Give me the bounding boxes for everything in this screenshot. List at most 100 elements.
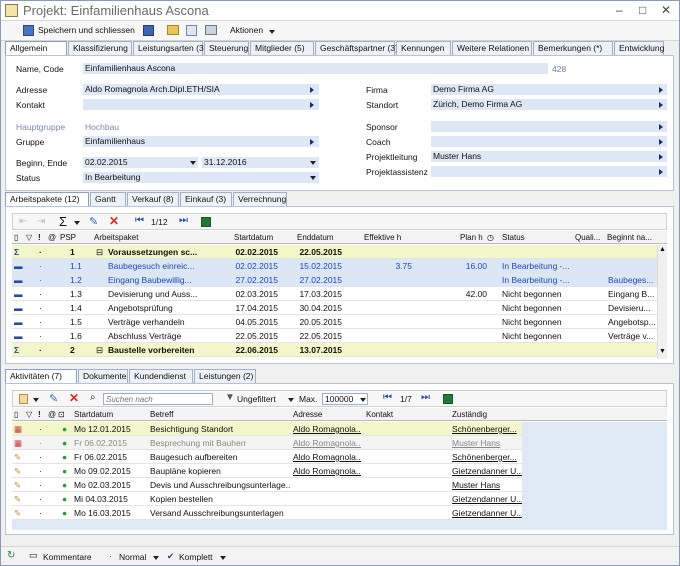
actions-menu[interactable]: Aktionen [230,25,263,35]
edit-activity-icon[interactable]: ✎ [49,392,58,405]
kontakt-header[interactable]: Kontakt [366,410,393,419]
normal-dropdown[interactable]: Normal [119,552,146,562]
mid-tab-3[interactable]: Einkauf (3) [180,192,232,206]
coach-field[interactable] [431,136,667,147]
document-icon[interactable] [186,25,197,36]
mid-tab-1[interactable]: Gantt [90,192,126,206]
activity-row[interactable]: ▦ · ● Mo 12.01.2015 Besichtigung Standort Ald… [12,422,522,436]
effektiv-header[interactable]: Effektive h [364,233,401,242]
work-package-row[interactable]: ▬ · 1.5 Verträge verhandeln 04.05.2015 20.05.… [12,315,657,329]
activity-row[interactable]: ✎ · ● Mo 16.03.2015 Versand Ausschreibungsun… [12,506,522,520]
plan-header[interactable]: Plan h [460,233,483,242]
excel-icon[interactable] [201,217,211,227]
folder-icon[interactable] [167,25,179,35]
status-header[interactable]: Status [502,233,525,242]
minimize-button[interactable]: – [616,3,623,17]
work-package-row[interactable]: ▬ · 1.3 Devisierung und Auss... 02.03.2015 17… [12,287,657,301]
delete-icon[interactable]: ✕ [109,214,119,228]
firma-arrow-icon[interactable] [659,87,663,93]
top-tab-2[interactable]: Leistungsarten (3) [133,41,207,55]
firma-field[interactable]: Demo Firma AG [431,84,667,95]
enddatum-header[interactable]: Enddatum [297,233,333,242]
max-chevron-icon[interactable] [360,398,366,402]
gruppe-field[interactable]: Einfamilienhaus [83,136,319,147]
work-package-row[interactable]: Σ · ⊟ 2 Baustelle vorbereiten 22.06.2015 13.07… [12,343,657,357]
activity-row[interactable]: ✎ · ● Mo 09.02.2015 Baupläne kopieren Aldo Ro… [12,464,522,478]
beginn-dropdown-icon[interactable] [190,161,196,165]
save-close-button[interactable]: Speichern und schliessen [38,25,135,35]
kontakt-field[interactable] [83,99,319,110]
bottom-tab-2[interactable]: Kundendienst [129,369,193,383]
cell-zust[interactable]: Muster Hans [452,480,522,490]
projektassistenz-field[interactable] [431,166,667,177]
sponsor-field[interactable] [431,121,667,132]
activity-page-last-icon[interactable]: ⏭ [421,392,430,403]
quali-header[interactable]: Quali... [575,233,600,242]
edit-icon[interactable]: ✎ [89,215,98,228]
activity-row[interactable]: ▦ · ● Fr 06.02.2015 Besprechung mit Bauherr A… [12,436,522,450]
collapse-icon[interactable]: ⊟ [96,345,103,356]
work-package-row[interactable]: ▬ · 1.6 Abschluss Verträge 22.05.2015 22.05.2… [12,329,657,343]
kommentare-button[interactable]: Kommentare [43,552,92,562]
maximize-button[interactable]: □ [639,3,646,17]
projektleitung-field[interactable]: Muster Hans [431,151,667,162]
name-field[interactable]: Einfamilienhaus Ascona [83,63,548,74]
kontakt-arrow-icon[interactable] [310,102,314,108]
bottom-tab-3[interactable]: Leistungen (2) [194,369,256,383]
adresse-field[interactable]: Aldo Romagnola Arch.Dipl.ETH/SIA [83,84,319,95]
status-field[interactable]: In Bearbeitung [83,172,319,183]
refresh-icon[interactable]: ↻ [7,550,15,561]
cell-zust[interactable]: Muster Hans [452,438,522,448]
filter-dropdown[interactable]: Ungefiltert [237,394,276,404]
delete-activity-icon[interactable]: ✕ [69,391,79,405]
cell-zust[interactable]: Gietzendanner U... [452,508,522,518]
page-first-icon[interactable]: ⏮ [135,215,144,226]
page-last-icon[interactable]: ⏭ [179,215,188,226]
work-package-row[interactable]: Σ · ⊟ 1 Voraussetzungen sc... 02.02.2015 22.05… [12,245,657,259]
bottom-tab-0[interactable]: Aktivitäten (7) [5,369,77,384]
cell-adresse[interactable]: Aldo Romagnola... [293,424,361,434]
komplett-dropdown[interactable]: Komplett [179,552,213,562]
mid-tab-4[interactable]: Verrechnung [233,192,287,206]
work-package-row[interactable]: ▬ · 1.1 Baubegesuch einreic... 02.02.2015 15.… [12,259,657,273]
top-tab-8[interactable]: Bemerkungen (*) [533,41,613,55]
cell-zust[interactable]: Gietzendanner U... [452,494,522,504]
top-tab-9[interactable]: Entwicklung [614,41,664,55]
save-icon[interactable] [143,25,154,36]
normal-chevron-icon[interactable] [153,556,159,560]
ende-field[interactable]: 31.12.2016 [202,157,319,168]
cell-zust[interactable]: Schönenberger... [452,424,522,434]
sponsor-arrow-icon[interactable] [659,124,663,130]
activity-startdatum-header[interactable]: Startdatum [74,410,113,419]
status-dropdown-icon[interactable] [310,176,316,180]
cell-zust[interactable]: Gietzendanner U... [452,466,522,476]
new-activity-dropdown-icon[interactable] [33,398,39,402]
top-tab-5[interactable]: Geschäftspartner (3) [315,41,398,55]
komplett-chevron-icon[interactable] [220,556,226,560]
top-tab-4[interactable]: Mitglieder (5) [250,41,314,55]
collapse-icon[interactable]: ⊟ [96,247,103,258]
standort-field[interactable]: Zürich, Demo Firma AG [431,99,667,110]
standort-arrow-icon[interactable] [659,102,663,108]
coach-arrow-icon[interactable] [659,139,663,145]
bottom-tab-1[interactable]: Dokumente [78,369,128,383]
arbeitspaket-header[interactable]: Arbeitspaket [94,233,138,242]
activity-row[interactable]: ✎ · ● Mo 02.03.2015 Devis und Ausschreibungs… [12,478,522,492]
cell-adresse[interactable]: Aldo Romagnola... [293,438,361,448]
adresse-header[interactable]: Adresse [293,410,322,419]
activity-row[interactable]: ✎ · ● Fr 06.02.2015 Baugesuch aufbereiten Ald… [12,450,522,464]
zustaendig-header[interactable]: Zuständig [452,410,487,419]
top-tab-1[interactable]: Klassifizierung [68,41,132,55]
activity-excel-icon[interactable] [443,394,453,404]
gruppe-arrow-icon[interactable] [310,139,314,145]
sum-dropdown-icon[interactable] [74,221,80,225]
new-activity-icon[interactable] [19,394,28,404]
filter-chevron-icon[interactable] [288,398,294,402]
top-tab-0[interactable]: Allgemein [5,41,67,56]
work-package-scrollbar[interactable]: ▲ ▼ [657,245,667,359]
cell-adresse[interactable]: Aldo Romagnola... [293,466,361,476]
startdatum-header[interactable]: Startdatum [234,233,273,242]
chevron-down-icon[interactable] [269,30,275,34]
cell-zust[interactable]: Schönenberger... [452,452,522,462]
beginn-field[interactable]: 02.02.2015 [83,157,198,168]
